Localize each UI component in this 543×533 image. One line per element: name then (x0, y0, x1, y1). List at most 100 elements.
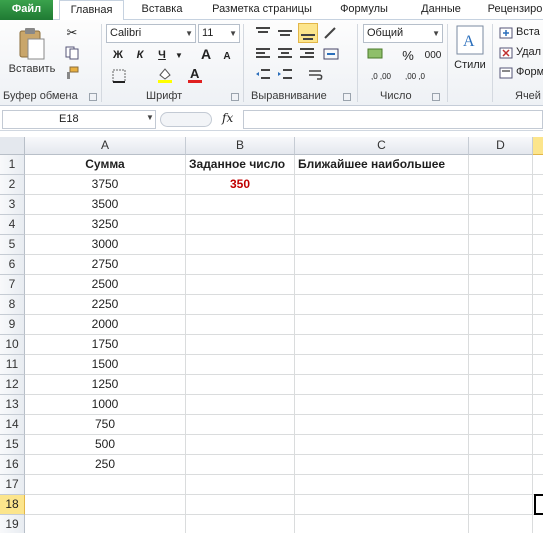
row-header[interactable]: 14 (0, 415, 25, 435)
cell-e13[interactable] (533, 395, 543, 415)
row-header[interactable]: 18 (0, 495, 25, 515)
cell-a18[interactable] (25, 495, 186, 515)
paste-button[interactable]: Вставить (6, 63, 58, 75)
row-header[interactable]: 1 (0, 155, 25, 175)
currency-icon[interactable] (366, 46, 386, 62)
cell-e19[interactable] (533, 515, 543, 533)
tab-review[interactable]: Рецензиро (484, 0, 543, 20)
align-bottom-icon[interactable] (298, 23, 318, 43)
row-header[interactable]: 4 (0, 215, 25, 235)
cell-a9[interactable]: 2000 (25, 315, 186, 335)
cell-b14[interactable] (186, 415, 295, 435)
styles-button[interactable]: Стили (450, 59, 490, 71)
cell-c11[interactable] (295, 355, 469, 375)
delete-cells-button[interactable]: Удал (516, 46, 541, 58)
cell-b8[interactable] (186, 295, 295, 315)
column-header-e[interactable] (533, 137, 543, 155)
cell-c4[interactable] (295, 215, 469, 235)
cell-d15[interactable] (469, 435, 533, 455)
cell-e12[interactable] (533, 375, 543, 395)
decrease-indent-icon[interactable] (254, 66, 272, 84)
cell-a12[interactable]: 1250 (25, 375, 186, 395)
cell-e2[interactable] (533, 175, 543, 195)
cell-d2[interactable] (469, 175, 533, 195)
insert-cells-button[interactable]: Вста (516, 26, 540, 38)
cell-e15[interactable] (533, 435, 543, 455)
cell-c16[interactable] (295, 455, 469, 475)
cell-e3[interactable] (533, 195, 543, 215)
formula-input[interactable] (243, 110, 543, 129)
cell-d9[interactable] (469, 315, 533, 335)
font-launcher-icon[interactable] (231, 93, 239, 101)
orientation-icon[interactable] (322, 24, 340, 42)
thousands-separator-button[interactable]: 000 (422, 46, 444, 64)
tab-file[interactable]: Файл (0, 0, 53, 20)
cell-d13[interactable] (469, 395, 533, 415)
row-header[interactable]: 5 (0, 235, 25, 255)
merge-center-icon[interactable] (322, 45, 340, 63)
cell-a15[interactable]: 500 (25, 435, 186, 455)
cell-d17[interactable] (469, 475, 533, 495)
grow-font-button[interactable]: A (198, 45, 214, 63)
number-launcher-icon[interactable] (432, 93, 440, 101)
font-name-combo[interactable]: Calibri ▼ (106, 24, 196, 43)
cell-d12[interactable] (469, 375, 533, 395)
fill-color-icon[interactable] (156, 66, 174, 84)
cell-c18[interactable] (295, 495, 469, 515)
clipboard-launcher-icon[interactable] (89, 93, 97, 101)
cell-a2[interactable]: 3750 (25, 175, 186, 195)
column-header-b[interactable]: B (186, 137, 295, 155)
cell-e6[interactable] (533, 255, 543, 275)
wrap-text-icon[interactable] (306, 66, 328, 84)
cell-c9[interactable] (295, 315, 469, 335)
cell-a10[interactable]: 1750 (25, 335, 186, 355)
cell-e4[interactable] (533, 215, 543, 235)
cell-c7[interactable] (295, 275, 469, 295)
row-header[interactable]: 10 (0, 335, 25, 355)
row-header[interactable]: 19 (0, 515, 25, 533)
increase-indent-icon[interactable] (276, 66, 294, 84)
delete-cells-icon[interactable] (498, 46, 514, 60)
name-box[interactable]: E18 (2, 110, 156, 129)
row-header[interactable]: 8 (0, 295, 25, 315)
cell-d8[interactable] (469, 295, 533, 315)
borders-icon[interactable] (110, 68, 128, 84)
format-cells-icon[interactable] (498, 66, 514, 80)
increase-decimal-button[interactable]: ,0 ,00 (366, 68, 396, 86)
styles-icon[interactable]: A (455, 24, 485, 56)
cell-e14[interactable] (533, 415, 543, 435)
font-size-combo[interactable]: 11 ▼ (198, 24, 240, 43)
column-header-c[interactable]: C (295, 137, 469, 155)
cell-a19[interactable] (25, 515, 186, 533)
cell-b15[interactable] (186, 435, 295, 455)
cell-c19[interactable] (295, 515, 469, 533)
cell-a13[interactable]: 1000 (25, 395, 186, 415)
cell-d6[interactable] (469, 255, 533, 275)
cell-b3[interactable] (186, 195, 295, 215)
cell-a6[interactable]: 2750 (25, 255, 186, 275)
formula-bar-splitter[interactable] (160, 112, 212, 127)
row-header[interactable]: 2 (0, 175, 25, 195)
chevron-down-icon[interactable]: ▼ (174, 46, 184, 64)
cell-b18[interactable] (186, 495, 295, 515)
cell-c6[interactable] (295, 255, 469, 275)
tab-data[interactable]: Данные (410, 0, 472, 20)
cell-b11[interactable] (186, 355, 295, 375)
align-middle-icon[interactable] (276, 24, 294, 42)
cell-d7[interactable] (469, 275, 533, 295)
copy-icon[interactable] (64, 45, 80, 61)
shrink-font-button[interactable]: A (220, 47, 234, 65)
font-color-icon[interactable]: A (186, 66, 204, 84)
cell-c13[interactable] (295, 395, 469, 415)
row-header[interactable]: 3 (0, 195, 25, 215)
cell-a16[interactable]: 250 (25, 455, 186, 475)
cell-b12[interactable] (186, 375, 295, 395)
cell-c12[interactable] (295, 375, 469, 395)
cell-b16[interactable] (186, 455, 295, 475)
cell-c5[interactable] (295, 235, 469, 255)
row-header[interactable]: 9 (0, 315, 25, 335)
cell-d10[interactable] (469, 335, 533, 355)
cell-b7[interactable] (186, 275, 295, 295)
cell-b9[interactable] (186, 315, 295, 335)
cell-b10[interactable] (186, 335, 295, 355)
